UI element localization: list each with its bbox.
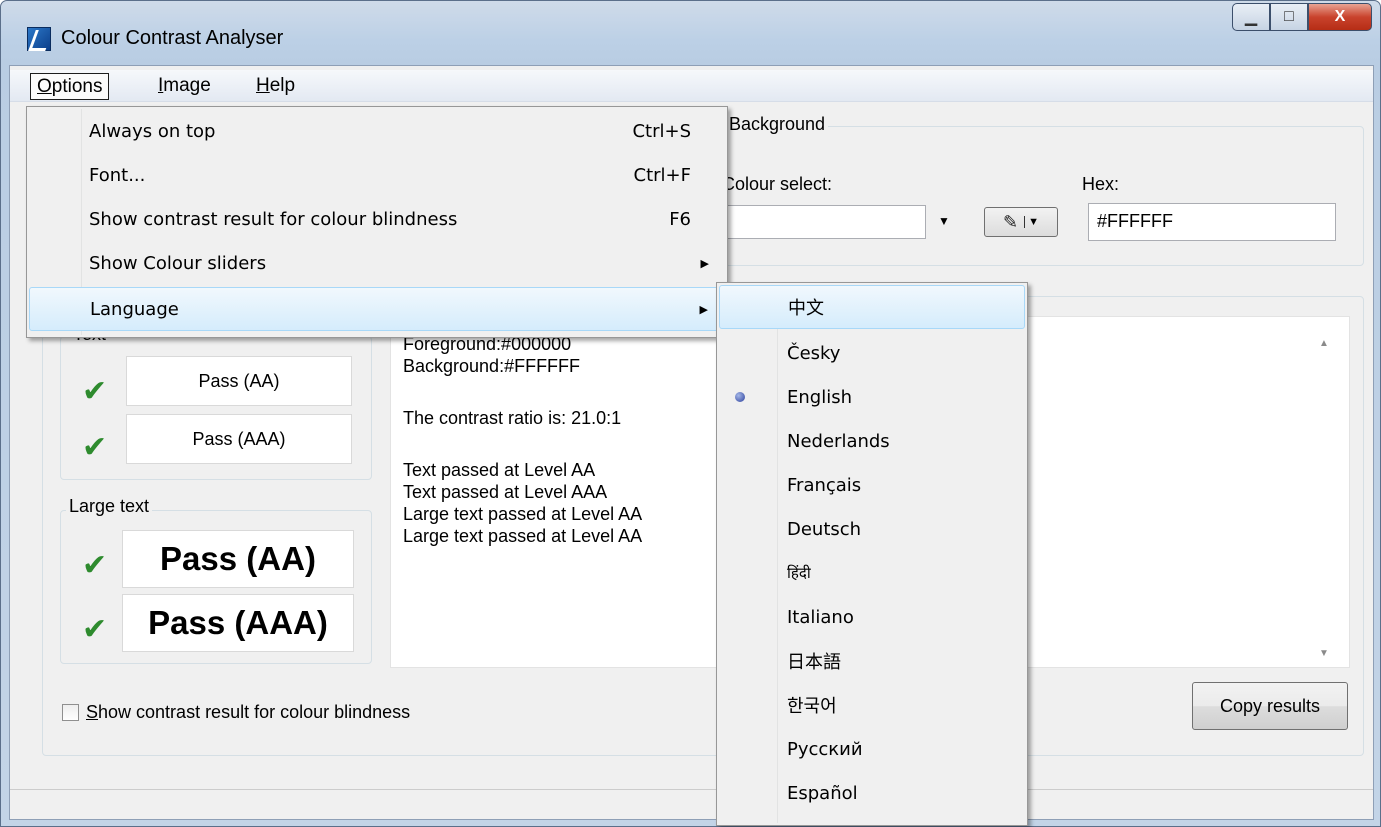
background-group-label: Background: [726, 114, 829, 135]
hex-input[interactable]: #FFFFFF: [1088, 203, 1336, 241]
large-aaa-result: Pass (AAA): [122, 594, 354, 652]
eyedropper-button[interactable]: ✎ ▼: [984, 207, 1058, 237]
window-title: Colour Contrast Analyser: [61, 27, 284, 49]
language-item-dutch[interactable]: Nederlands: [719, 419, 1025, 463]
colour-select-label: Colour select:: [722, 174, 833, 194]
language-item-english[interactable]: English: [719, 375, 1025, 419]
scroll-down-arrow[interactable]: ▼: [1319, 643, 1329, 665]
text-aa-result: Pass (AA): [126, 356, 352, 406]
options-menu: Always on top Ctrl+S Font... Ctrl+F Show c…: [26, 106, 728, 338]
eyedropper-dropdown-arrow[interactable]: ▼: [1024, 216, 1039, 228]
submenu-arrow-icon: ▶: [700, 256, 709, 270]
maximize-button[interactable]: □: [1270, 3, 1308, 31]
pass-aaa-check-icon: ✔: [82, 431, 108, 464]
menu-options[interactable]: Options: [30, 73, 110, 100]
submenu-arrow-icon: ▶: [699, 302, 708, 316]
language-item-czech[interactable]: Česky: [719, 331, 1025, 375]
menu-help[interactable]: Help: [250, 73, 301, 100]
language-item-french[interactable]: Français: [719, 463, 1025, 507]
minimize-button[interactable]: ▁: [1232, 3, 1270, 31]
status-bar: [10, 789, 1373, 819]
colour-blindness-checkbox[interactable]: [62, 704, 79, 721]
language-item-japanese[interactable]: 日本語: [719, 639, 1025, 683]
close-button[interactable]: X: [1308, 3, 1372, 31]
language-item-german[interactable]: Deutsch: [719, 507, 1025, 551]
colour-select-dropdown-arrow[interactable]: ▼: [938, 214, 950, 228]
text-aaa-result: Pass (AAA): [126, 414, 352, 464]
language-item-chinese[interactable]: 中文: [719, 285, 1025, 329]
menu-item-colour-sliders[interactable]: Show Colour sliders ▶: [29, 241, 725, 285]
selected-radio-icon: [735, 392, 745, 402]
menu-item-always-on-top[interactable]: Always on top Ctrl+S: [29, 109, 725, 153]
colour-blindness-checkbox-label[interactable]: Show contrast result for colour blindnes…: [86, 702, 410, 723]
menu-item-font[interactable]: Font... Ctrl+F: [29, 153, 725, 197]
large-text-group-label: Large text: [66, 496, 153, 517]
language-item-hindi[interactable]: हिंदी: [719, 551, 1025, 595]
language-submenu: 中文 Česky English Nederlands Français Deu…: [716, 282, 1028, 826]
app-logo-icon: [27, 27, 51, 51]
title-bar[interactable]: Colour Contrast Analyser ▁ □ X: [1, 1, 1380, 65]
scroll-up-arrow[interactable]: ▲: [1319, 333, 1329, 355]
hex-label: Hex:: [1082, 174, 1120, 194]
large-aaa-check-icon: ✔: [82, 613, 108, 646]
copy-results-button[interactable]: Copy results: [1192, 682, 1348, 730]
large-aa-check-icon: ✔: [82, 549, 108, 582]
background-group: [710, 126, 1364, 266]
pass-aa-check-icon: ✔: [82, 375, 108, 408]
language-item-russian[interactable]: Русский: [719, 727, 1025, 771]
large-aa-result: Pass (AA): [122, 530, 354, 588]
language-item-korean[interactable]: 한국어: [719, 683, 1025, 727]
eyedropper-icon: ✎: [1003, 211, 1019, 232]
language-item-spanish[interactable]: Español: [719, 771, 1025, 815]
menu-item-colour-blindness[interactable]: Show contrast result for colour blindnes…: [29, 197, 725, 241]
language-item-italian[interactable]: Italiano: [719, 595, 1025, 639]
menu-item-language[interactable]: Language ▶: [29, 287, 725, 331]
menu-bar: Options Image Help: [10, 70, 1373, 102]
menu-image[interactable]: Image: [152, 73, 217, 100]
colour-select-combo[interactable]: [722, 205, 926, 239]
